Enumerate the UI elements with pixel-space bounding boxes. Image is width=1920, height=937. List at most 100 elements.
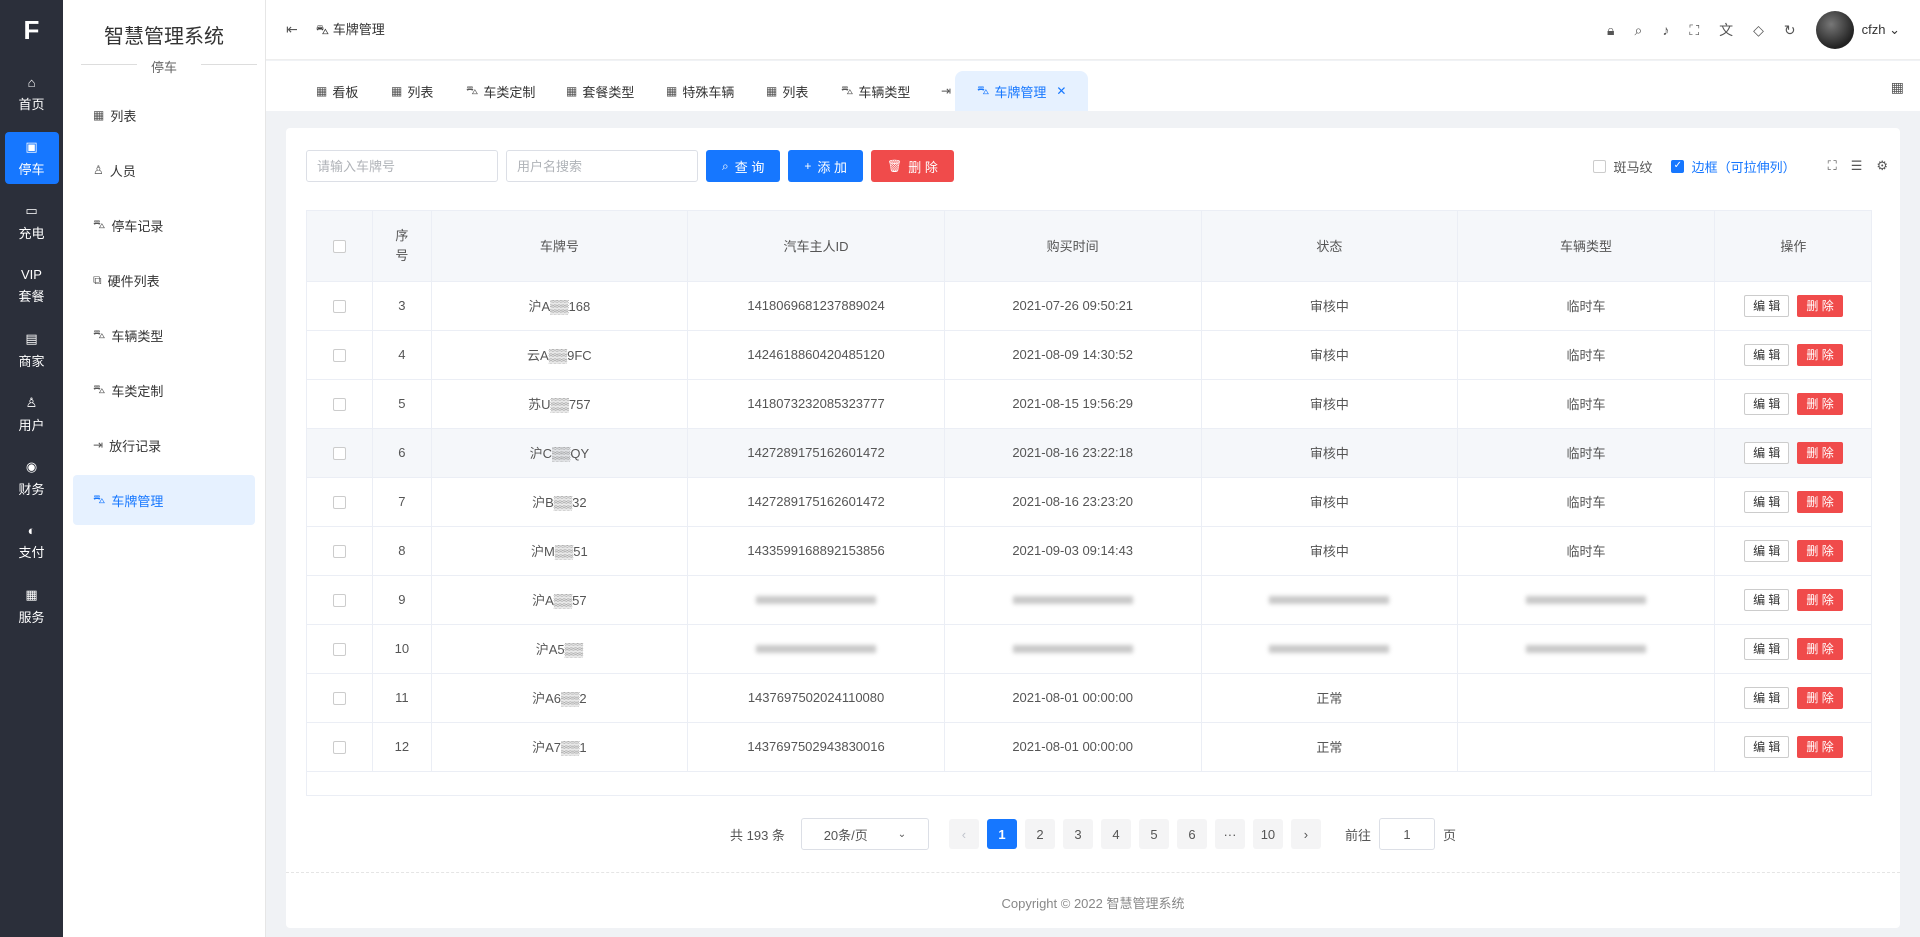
search-icon[interactable]: ⌕ <box>1634 22 1642 39</box>
row-checkbox[interactable] <box>333 447 347 461</box>
translate-icon[interactable]: 文 <box>1719 20 1733 40</box>
table-row[interactable]: 10 沪A5▒▒ 编 辑删 除 <box>307 624 1871 674</box>
goto-page-input[interactable]: 1 <box>1378 818 1435 850</box>
row-delete-button[interactable]: 删 除 <box>1797 637 1843 660</box>
rail-item-5[interactable]: ♙ 用户 <box>5 388 59 440</box>
menu-fold-icon[interactable]: ⇤ <box>286 21 298 38</box>
page-button[interactable]: 1 <box>986 819 1017 849</box>
bell-icon[interactable]: ♪ <box>1662 22 1669 38</box>
fullscreen-icon[interactable]: ⛶ <box>1828 158 1837 174</box>
row-checkbox[interactable] <box>333 545 347 559</box>
sidebar-item-3[interactable]: ⧉ 硬件列表 <box>73 255 255 305</box>
row-checkbox[interactable] <box>333 741 347 755</box>
rail-item-2[interactable]: ▭ 充电 <box>5 196 59 248</box>
tab-4[interactable]: ▦ 特殊车辆 <box>666 71 734 111</box>
table-row[interactable]: 4 云A▒▒9FC 1424618860420485120 2021-08-09 14… <box>307 330 1871 380</box>
table-row[interactable]: 9 沪A▒▒57 编 辑删 除 <box>307 575 1871 625</box>
stripe-toggle[interactable]: 斑马纹 <box>1592 157 1653 176</box>
page-button[interactable]: 2 <box>1024 819 1055 849</box>
edit-button[interactable]: 编 辑 <box>1744 539 1790 562</box>
page-button[interactable]: 10 <box>1252 819 1283 849</box>
username[interactable]: cfzh ⌄ <box>1862 22 1900 38</box>
row-checkbox[interactable] <box>333 349 347 363</box>
edit-button[interactable]: 编 辑 <box>1744 637 1790 660</box>
rail-item-1[interactable]: ▣ 停车 <box>4 132 59 184</box>
sidebar-item-4[interactable]: ⛍ 车辆类型 <box>73 310 255 360</box>
page-button[interactable]: 3 <box>1062 819 1093 849</box>
page-button[interactable]: 5 <box>1138 819 1169 849</box>
tab-2[interactable]: ⛍ 车类定制 <box>466 71 535 111</box>
sidebar-item-7[interactable]: ⛍ 车牌管理 <box>73 475 255 525</box>
lock-icon[interactable]: 🔒︎ <box>1607 22 1614 39</box>
table-row[interactable]: 12 沪A7▒▒1 1437697502943830016 2021-08-01 00… <box>307 722 1871 772</box>
row-checkbox[interactable] <box>333 300 347 314</box>
plate-search-input[interactable] <box>306 150 498 182</box>
sidebar-item-5[interactable]: ⛍ 车类定制 <box>73 365 255 415</box>
border-checkbox[interactable] <box>1670 159 1684 173</box>
stripe-checkbox[interactable] <box>1592 159 1606 173</box>
edit-button[interactable]: 编 辑 <box>1744 392 1790 415</box>
sidebar-item-2[interactable]: ⛍ 停车记录 <box>73 200 255 250</box>
row-delete-button[interactable]: 删 除 <box>1797 686 1843 709</box>
next-page-button[interactable]: › <box>1290 819 1321 849</box>
page-size-select[interactable]: 20条/页 ⌄ <box>800 818 929 850</box>
edit-button[interactable]: 编 辑 <box>1744 294 1790 317</box>
border-toggle[interactable]: 边框（可拉伸列） <box>1670 157 1796 176</box>
user-search-input[interactable] <box>506 150 698 182</box>
sidebar-item-0[interactable]: ▦ 列表 <box>73 90 255 140</box>
settings-gear-icon[interactable]: ⚙ <box>1876 158 1888 174</box>
table-row[interactable]: 3 沪A▒▒168 1418069681237889024 2021-07-26 09… <box>307 281 1871 331</box>
tab-3[interactable]: ▦ 套餐类型 <box>566 71 634 111</box>
close-icon[interactable]: ✕ <box>1056 84 1066 98</box>
row-delete-button[interactable]: 删 除 <box>1797 735 1843 758</box>
prev-page-button[interactable]: ‹ <box>948 819 979 849</box>
edit-button[interactable]: 编 辑 <box>1744 686 1790 709</box>
rail-item-4[interactable]: ▤ 商家 <box>5 324 59 376</box>
table-row[interactable]: 6 沪C▒▒QY 1427289175162601472 2021-08-16 23:… <box>307 428 1871 478</box>
avatar[interactable] <box>1815 11 1854 49</box>
row-checkbox[interactable] <box>333 643 347 657</box>
table-row[interactable]: 7 沪B▒▒32 1427289175162601472 2021-08-16 23:… <box>307 477 1871 527</box>
column-settings-icon[interactable]: ☰ <box>1851 158 1863 174</box>
row-checkbox[interactable] <box>333 398 347 412</box>
rail-item-3[interactable]: VIP 套餐 <box>5 260 59 312</box>
row-delete-button[interactable]: 删 除 <box>1797 588 1843 611</box>
tab-6[interactable]: ⛍ 车辆类型 <box>841 71 910 111</box>
refresh-icon[interactable]: ↻ <box>1784 22 1796 39</box>
edit-button[interactable]: 编 辑 <box>1744 490 1790 513</box>
theme-icon[interactable]: ◇ <box>1753 22 1764 39</box>
tab-1[interactable]: ▦ 列表 <box>391 71 433 111</box>
edit-button[interactable]: 编 辑 <box>1744 588 1790 611</box>
tab-5[interactable]: ▦ 列表 <box>766 71 808 111</box>
page-button[interactable]: 4 <box>1100 819 1131 849</box>
tab-0[interactable]: ▦ 看板 <box>316 71 358 111</box>
add-button[interactable]: + 添 加 <box>788 150 863 182</box>
sidebar-item-1[interactable]: ♙ 人员 <box>73 145 255 195</box>
row-delete-button[interactable]: 删 除 <box>1797 441 1843 464</box>
tabs-menu-icon[interactable]: ▦ <box>1891 79 1904 96</box>
edit-button[interactable]: 编 辑 <box>1744 343 1790 366</box>
fullscreen-icon[interactable]: ⛶ <box>1689 22 1699 39</box>
query-button[interactable]: ⌕ 查 询 <box>706 150 781 182</box>
sidebar-item-6[interactable]: ⇥ 放行记录 <box>73 420 255 470</box>
delete-button[interactable]: 🗑︎ 删 除 <box>871 150 954 182</box>
edit-button[interactable]: 编 辑 <box>1744 441 1790 464</box>
tab-8[interactable]: ⛍ 车牌管理 ✕ <box>955 71 1089 111</box>
row-checkbox[interactable] <box>333 692 347 706</box>
rail-item-0[interactable]: ⌂ 首页 <box>5 68 59 120</box>
row-delete-button[interactable]: 删 除 <box>1797 294 1843 317</box>
rail-item-6[interactable]: ◉ 财务 <box>5 452 59 504</box>
table-row[interactable]: 11 沪A6▒▒2 1437697502024110080 2021-08-01 00… <box>307 673 1871 723</box>
edit-button[interactable]: 编 辑 <box>1744 735 1790 758</box>
row-checkbox[interactable] <box>333 496 347 510</box>
row-delete-button[interactable]: 删 除 <box>1797 343 1843 366</box>
table-row[interactable]: 5 苏U▒▒757 1418073232085323777 2021-08-15 19… <box>307 379 1871 429</box>
rail-item-7[interactable]: ◐ 支付 <box>5 516 59 568</box>
table-row[interactable]: 8 沪M▒▒51 1433599168892153856 2021-09-03 09:… <box>307 526 1871 576</box>
row-delete-button[interactable]: 删 除 <box>1797 392 1843 415</box>
row-delete-button[interactable]: 删 除 <box>1797 539 1843 562</box>
select-all-checkbox[interactable] <box>333 240 347 254</box>
more-pages-button[interactable]: ··· <box>1214 819 1245 849</box>
row-delete-button[interactable]: 删 除 <box>1797 490 1843 513</box>
page-button[interactable]: 6 <box>1176 819 1207 849</box>
